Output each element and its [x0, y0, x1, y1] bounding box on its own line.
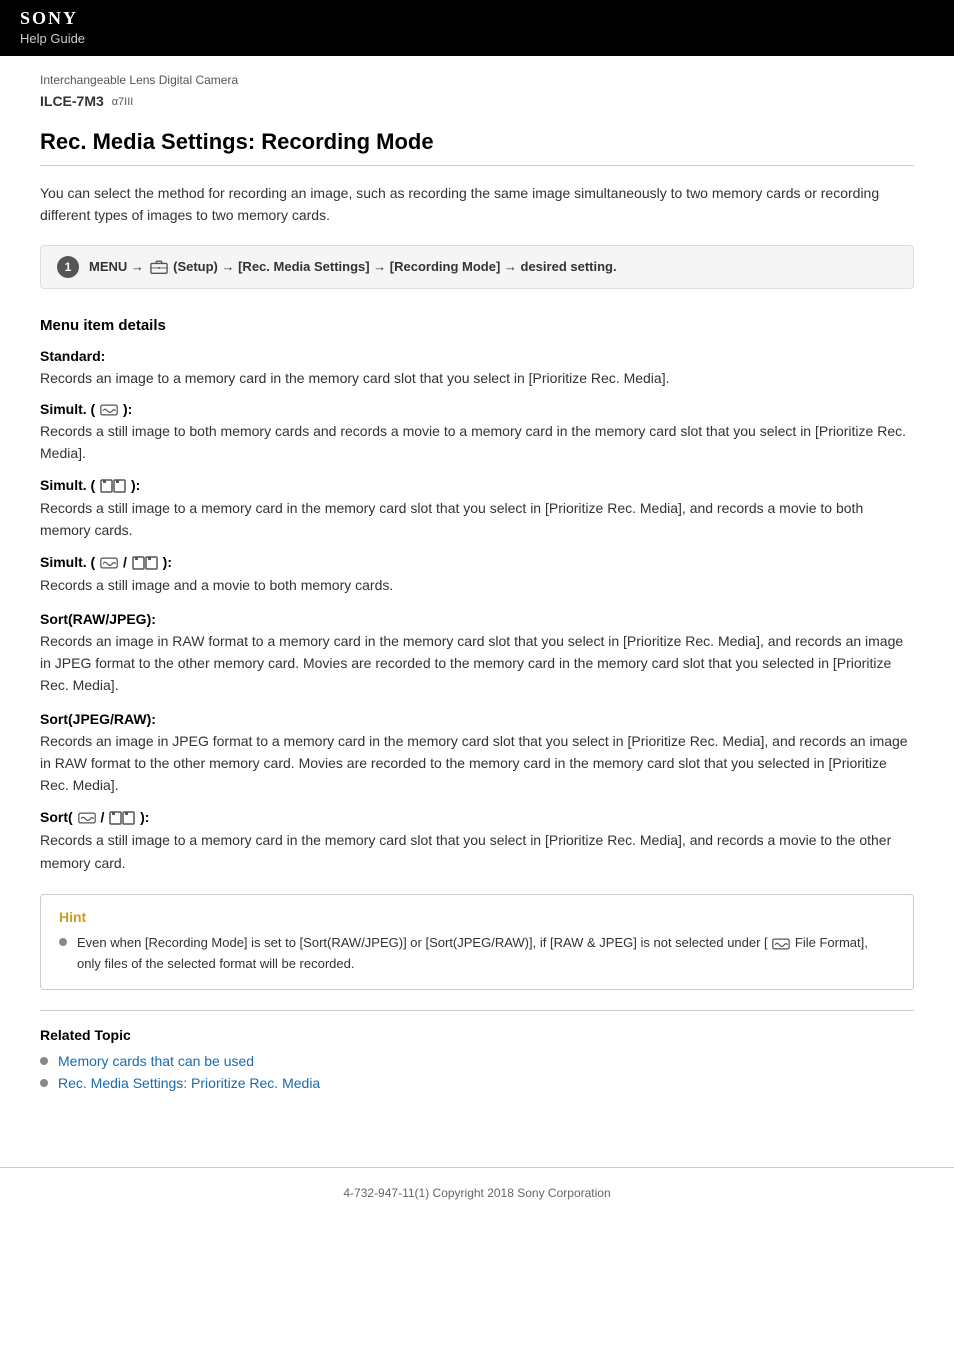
- page-title: Rec. Media Settings: Recording Mode: [40, 129, 914, 166]
- model-alpha: α7III: [112, 96, 134, 108]
- item-simult-both-label: Simult. ( / ):: [40, 554, 914, 571]
- footer: 4-732-947-11(1) Copyright 2018 Sony Corp…: [0, 1167, 954, 1218]
- item-sort-both-desc: Records a still image to a memory card i…: [40, 829, 914, 874]
- header-subtitle: Help Guide: [20, 31, 934, 46]
- item-standard-desc: Records an image to a memory card in the…: [40, 367, 914, 389]
- wave-icon: [100, 404, 118, 416]
- item-sort-jpeg-desc: Records an image in JPEG format to a mem…: [40, 730, 914, 797]
- wave-icon-2: [100, 557, 118, 569]
- item-simult-card-desc: Records a still image to a memory card i…: [40, 497, 914, 542]
- related-link-2[interactable]: Rec. Media Settings: Prioritize Rec. Med…: [58, 1075, 320, 1091]
- item-simult-both-desc: Records a still image and a movie to bot…: [40, 574, 914, 596]
- setup-icon: [150, 259, 168, 275]
- brand-logo: SONY: [20, 8, 934, 29]
- wave-icon-3: [78, 812, 96, 824]
- item-sort-jpeg-label: Sort(JPEG/RAW):: [40, 711, 914, 727]
- related-section: Related Topic Memory cards that can be u…: [40, 1010, 914, 1091]
- item-sort-raw-label: Sort(RAW/JPEG):: [40, 611, 914, 627]
- breadcrumb-line1: Interchangeable Lens Digital Camera: [40, 72, 914, 89]
- related-bullet-1: [40, 1057, 48, 1065]
- item-standard-label: Standard:: [40, 348, 914, 364]
- main-content: Interchangeable Lens Digital Camera ILCE…: [0, 56, 954, 1137]
- item-simult-wave-label: Simult. ( ):: [40, 401, 914, 417]
- item-sort-raw-desc: Records an image in RAW format to a memo…: [40, 630, 914, 697]
- hint-text: Even when [Recording Mode] is set to [So…: [77, 933, 895, 975]
- hint-bullet: [59, 938, 67, 946]
- item-sort-both-label: Sort( / ):: [40, 809, 914, 826]
- menu-details-heading: Menu item details: [40, 317, 914, 334]
- card-icon-3: [109, 810, 135, 826]
- header: SONY Help Guide: [0, 0, 954, 56]
- wave-icon-hint: [772, 938, 790, 950]
- step-text: MENU → (Setup) → [Rec. Media Settings] →…: [89, 257, 617, 277]
- footer-text: 4-732-947-11(1) Copyright 2018 Sony Corp…: [343, 1186, 610, 1200]
- related-title: Related Topic: [40, 1027, 914, 1043]
- related-item-1: Memory cards that can be used: [40, 1053, 914, 1069]
- item-simult-wave-desc: Records a still image to both memory car…: [40, 420, 914, 465]
- related-item-2: Rec. Media Settings: Prioritize Rec. Med…: [40, 1075, 914, 1091]
- hint-item: Even when [Recording Mode] is set to [So…: [59, 933, 895, 975]
- card-icon: [100, 478, 126, 494]
- step-instruction: 1 MENU → (Setup) → [Rec. Media Settings]…: [40, 245, 914, 289]
- item-simult-card-label: Simult. ( ):: [40, 477, 914, 494]
- hint-title: Hint: [59, 909, 895, 925]
- related-link-1[interactable]: Memory cards that can be used: [58, 1053, 254, 1069]
- intro-text: You can select the method for recording …: [40, 182, 914, 227]
- related-bullet-2: [40, 1079, 48, 1087]
- step-number: 1: [57, 256, 79, 278]
- hint-box: Hint Even when [Recording Mode] is set t…: [40, 894, 914, 990]
- card-icon-2: [132, 555, 158, 571]
- breadcrumb-model: ILCE-7M3 α7III: [40, 93, 914, 109]
- model-number: ILCE-7M3: [40, 93, 104, 109]
